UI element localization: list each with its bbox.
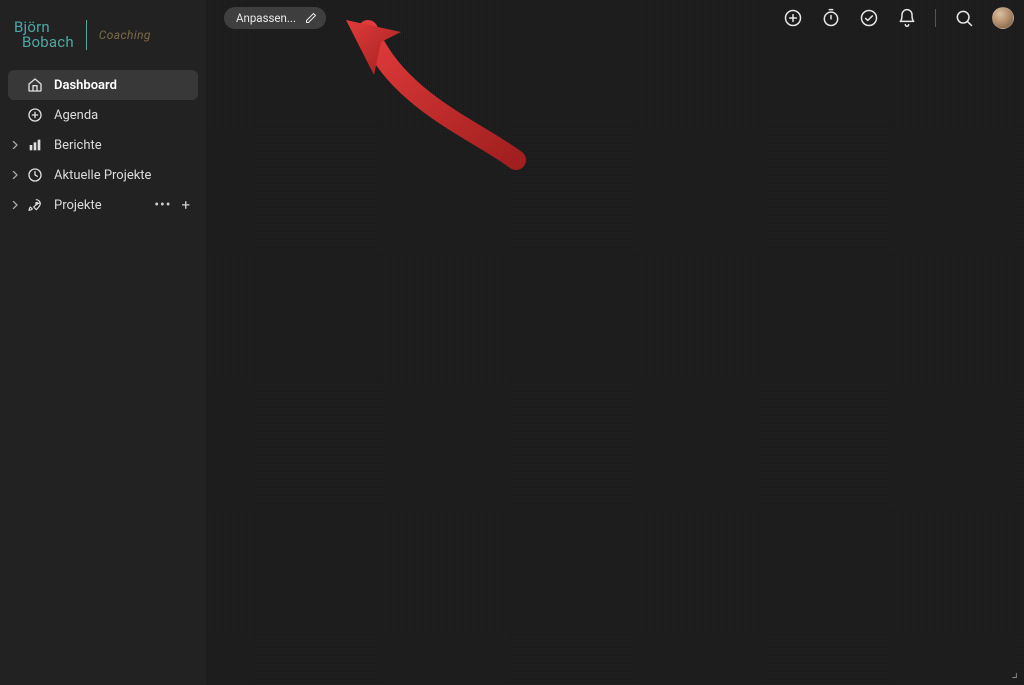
toolbar-divider xyxy=(935,9,936,27)
brand-line2: Bobach xyxy=(22,35,74,50)
check-circle-button[interactable] xyxy=(859,8,879,28)
chevron-right-icon[interactable] xyxy=(10,141,20,149)
bell-button[interactable] xyxy=(897,8,917,28)
sidebar-item-berichte[interactable]: Berichte xyxy=(8,130,198,160)
topbar-right xyxy=(783,7,1014,29)
resize-handle-icon: ⌟ xyxy=(1011,665,1018,681)
brand-divider xyxy=(86,20,87,50)
add-project-button[interactable]: + xyxy=(181,196,190,214)
sidebar-item-aktuelle-projekte[interactable]: Aktuelle Projekte xyxy=(8,160,198,190)
home-icon xyxy=(26,76,44,94)
plus-circle-icon xyxy=(26,106,44,124)
sidebar-item-agenda[interactable]: Agenda xyxy=(8,100,198,130)
sidebar-item-projekte[interactable]: Projekte ••• + xyxy=(8,190,198,220)
add-button[interactable] xyxy=(783,8,803,28)
bar-chart-icon xyxy=(26,136,44,154)
timer-button[interactable] xyxy=(821,8,841,28)
sidebar: Björn Bobach Coaching Dashboard Agenda xyxy=(0,0,206,685)
pencil-icon xyxy=(304,11,318,25)
brand-logo: Björn Bobach Coaching xyxy=(0,0,206,62)
sidebar-item-trailing: ••• + xyxy=(154,196,190,214)
topbar: Anpassen... xyxy=(206,0,1024,36)
user-avatar[interactable] xyxy=(992,7,1014,29)
sidebar-item-label: Dashboard xyxy=(54,78,190,93)
sidebar-item-label: Aktuelle Projekte xyxy=(54,168,190,183)
main-content: Anpassen... xyxy=(206,0,1024,685)
rocket-icon xyxy=(26,196,44,214)
sidebar-item-dashboard[interactable]: Dashboard xyxy=(8,70,198,100)
sidebar-item-label: Agenda xyxy=(54,108,190,123)
sidebar-nav: Dashboard Agenda Berichte xyxy=(0,62,206,228)
customize-button[interactable]: Anpassen... xyxy=(224,7,326,29)
brand-name: Björn Bobach xyxy=(14,20,74,50)
customize-label: Anpassen... xyxy=(236,11,296,25)
chevron-right-icon[interactable] xyxy=(10,171,20,179)
search-button[interactable] xyxy=(954,8,974,28)
sidebar-item-label: Berichte xyxy=(54,138,190,153)
clock-icon xyxy=(26,166,44,184)
more-icon[interactable]: ••• xyxy=(154,197,171,213)
brand-suffix: Coaching xyxy=(99,28,151,42)
sidebar-item-label: Projekte xyxy=(54,198,154,213)
chevron-right-icon[interactable] xyxy=(10,201,20,209)
